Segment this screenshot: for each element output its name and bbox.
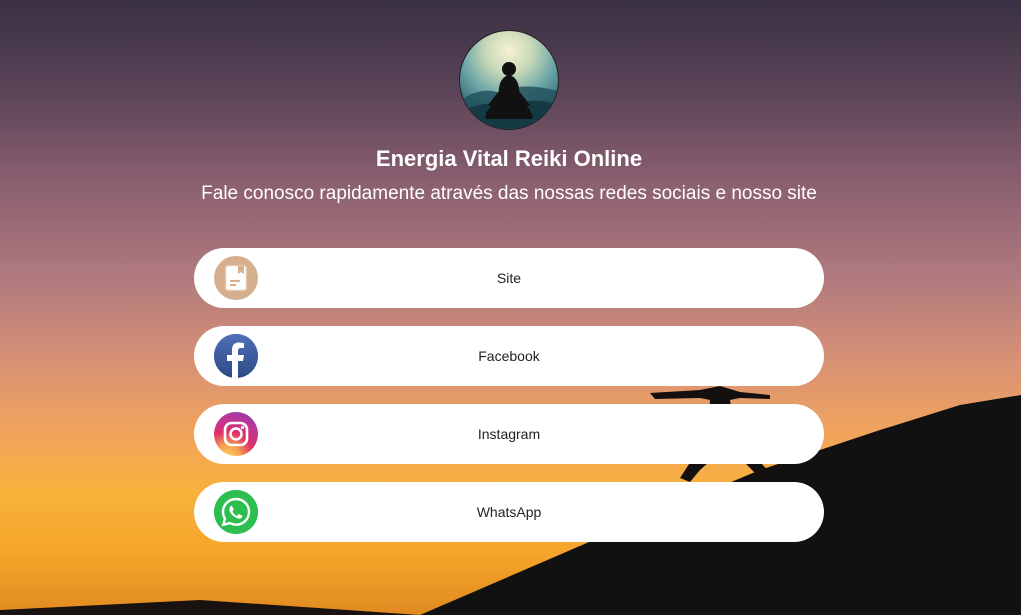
meditation-icon [460, 62, 558, 129]
whatsapp-link-label: WhatsApp [476, 504, 542, 520]
page-subtitle: Fale conosco rapidamente através das nos… [201, 183, 817, 204]
instagram-link-label: Instagram [477, 426, 541, 442]
page-title: Energia Vital Reiki Online [375, 146, 643, 171]
instagram-link-button[interactable]: Instagram [194, 404, 824, 464]
profile-avatar [459, 30, 559, 130]
facebook-link-button[interactable]: Facebook [194, 326, 824, 386]
site-link-button[interactable]: Site [194, 248, 824, 308]
link-page: Energia Vital Reiki Online Fale conosco … [0, 0, 1021, 615]
site-link-label: Site [496, 270, 522, 286]
facebook-link-label: Facebook [478, 348, 540, 364]
whatsapp-link-button[interactable]: WhatsApp [194, 482, 824, 542]
